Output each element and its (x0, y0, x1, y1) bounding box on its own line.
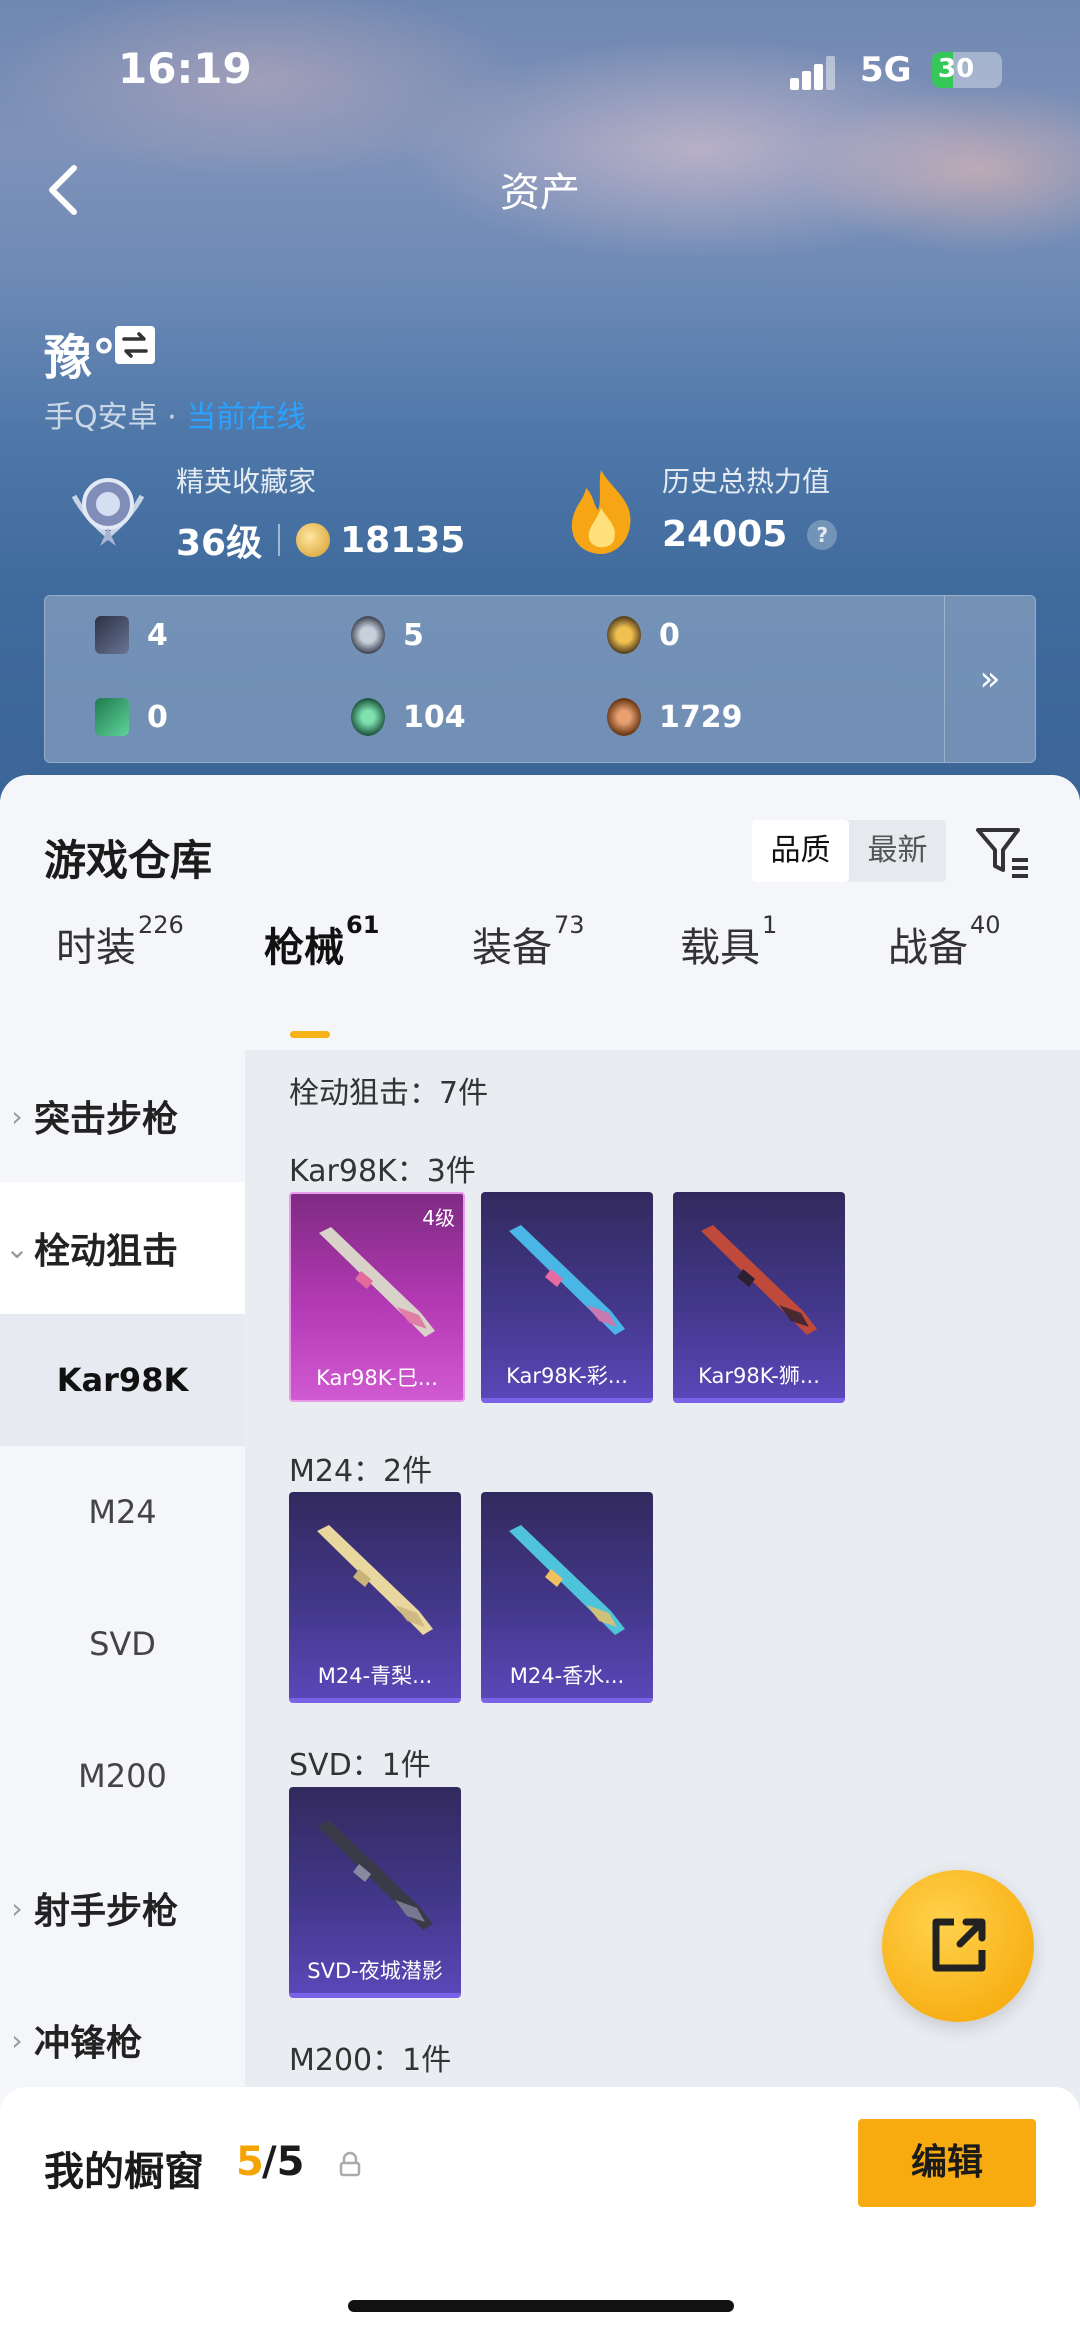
rifle-icon (317, 1820, 433, 1930)
bronze-coin-icon (607, 698, 641, 736)
platform-label: 手Q安卓 · (44, 400, 187, 435)
collector-badge-icon (66, 466, 150, 550)
group-label: M24：2件 (289, 1454, 433, 1489)
rifle-icon (701, 1225, 817, 1335)
silver-coin-icon (351, 616, 385, 654)
signal-icon (790, 56, 836, 90)
sidebar-item-m24[interactable]: M24 (0, 1446, 245, 1578)
heat-value: 24005 (662, 514, 788, 555)
item-name: Kar98K-狮... (698, 1364, 820, 1388)
item-level: 4级 (422, 1206, 455, 1230)
resource-item: 5 (351, 616, 424, 654)
resource-item: 0 (95, 698, 168, 736)
chevron-right-icon: › (11, 1891, 23, 1925)
sort-toggle: 品质 最新 (752, 820, 946, 882)
coin-amount: 18135 (340, 519, 466, 561)
username: 豫° (44, 330, 117, 386)
rifle-icon (319, 1227, 435, 1337)
item-name: M24-香水... (509, 1664, 625, 1688)
collector-level: 36级 (176, 523, 263, 564)
collector-label: 精英收藏家 (176, 465, 317, 498)
item-card[interactable]: Kar98K-彩... (481, 1192, 653, 1403)
network-type: 5G (860, 50, 912, 90)
sidebar: › 突击步枪 ⌄ 栓动狙击 Kar98K M24 SVD M200 › 射手步枪 › 冲… (0, 1050, 245, 2125)
rifle-icon (509, 1525, 625, 1635)
heat-label: 历史总热力值 (662, 465, 831, 498)
item-card[interactable]: Kar98K-狮... (673, 1192, 845, 1403)
lock-icon (338, 2151, 362, 2177)
item-card[interactable]: SVD-夜城潜影 (289, 1787, 461, 1998)
page-title: 资产 (500, 170, 580, 216)
green-card-icon (95, 698, 129, 736)
group-label: SVD：1件 (289, 1748, 431, 1783)
divider (278, 524, 281, 556)
resource-panel: 4 5 0 0 104 1729 » (44, 595, 1036, 763)
item-name: Kar98K-彩... (506, 1364, 628, 1388)
battery-percent: 30 (938, 54, 975, 84)
group-label: Kar98K：3件 (289, 1154, 476, 1189)
showcase-total: /5 (262, 2139, 305, 2185)
tab-equipment[interactable]: 装备73 (472, 911, 585, 973)
share-button[interactable] (882, 1870, 1034, 2022)
sidebar-item-svd[interactable]: SVD (0, 1578, 245, 1710)
tab-fashion[interactable]: 时装226 (56, 911, 184, 973)
warehouse-title: 游戏仓库 (44, 836, 213, 885)
chevron-down-icon: ⌄ (5, 1231, 29, 1265)
status-bar: 16:19 5G 30 (0, 0, 1080, 140)
item-card[interactable]: 4级 Kar98K-巳... (289, 1192, 465, 1402)
rifle-icon (317, 1525, 433, 1635)
sidebar-item-assault-rifles[interactable]: › 突击步枪 (0, 1050, 245, 1182)
sort-quality-button[interactable]: 品质 (752, 820, 849, 882)
resource-item: 4 (95, 616, 168, 654)
group-label: M200：1件 (289, 2043, 452, 2078)
showcase-count: 5 (236, 2139, 264, 2185)
tab-guns[interactable]: 枪械61 (264, 911, 379, 973)
edit-button[interactable]: 编辑 (858, 2119, 1036, 2207)
item-card[interactable]: M24-香水... (481, 1492, 653, 1703)
rifle-icon (509, 1225, 625, 1335)
fire-icon (564, 466, 638, 556)
category-count: 栓动狙击：7件 (289, 1076, 489, 1111)
heat-stat: 历史总热力值 24005 ? (662, 460, 838, 555)
showcase-label: 我的橱窗 (44, 2149, 204, 2195)
sidebar-item-bolt-action[interactable]: ⌄ 栓动狙击 (0, 1182, 245, 1314)
filter-icon[interactable] (972, 820, 1034, 882)
chevron-right-icon: › (11, 1099, 23, 1133)
resource-item: 104 (351, 698, 466, 736)
chevron-right-icon: › (11, 2023, 23, 2057)
item-name: SVD-夜城潜影 (307, 1959, 443, 1983)
sidebar-item-marksman[interactable]: › 射手步枪 (0, 1842, 245, 1974)
resource-item: 1729 (607, 698, 743, 736)
resources-more-button[interactable]: » (944, 596, 1035, 762)
card-icon (95, 616, 129, 654)
coin-icon (296, 523, 331, 557)
help-icon[interactable]: ? (807, 519, 838, 550)
active-tab-indicator (290, 1031, 330, 1038)
resource-item: 0 (607, 616, 680, 654)
tab-supplies[interactable]: 战备40 (888, 911, 1001, 973)
platform-info: 手Q安卓 · 当前在线 (44, 392, 306, 436)
item-name: Kar98K-巳... (316, 1366, 438, 1390)
tab-vehicles[interactable]: 载具1 (680, 911, 777, 973)
category-tabs: 时装226 枪械61 装备73 载具1 战备40 (0, 911, 1080, 1007)
switch-account-icon[interactable] (115, 326, 155, 364)
sort-newest-button[interactable]: 最新 (849, 820, 946, 882)
gold-coin-icon (607, 616, 641, 654)
status-time: 16:19 (118, 44, 252, 93)
sidebar-item-m200[interactable]: M200 (0, 1710, 245, 1842)
item-name: M24-青梨... (317, 1664, 433, 1688)
home-indicator (348, 2300, 734, 2312)
online-status: 当前在线 (186, 400, 307, 435)
share-icon (932, 1918, 986, 1972)
sidebar-item-kar98k[interactable]: Kar98K (0, 1314, 245, 1446)
item-card[interactable]: M24-青梨... (289, 1492, 461, 1703)
green-orb-icon (351, 698, 385, 736)
battery-icon: 30 (932, 52, 1002, 88)
collector-stat: 精英收藏家 36级 18135 (176, 460, 465, 566)
